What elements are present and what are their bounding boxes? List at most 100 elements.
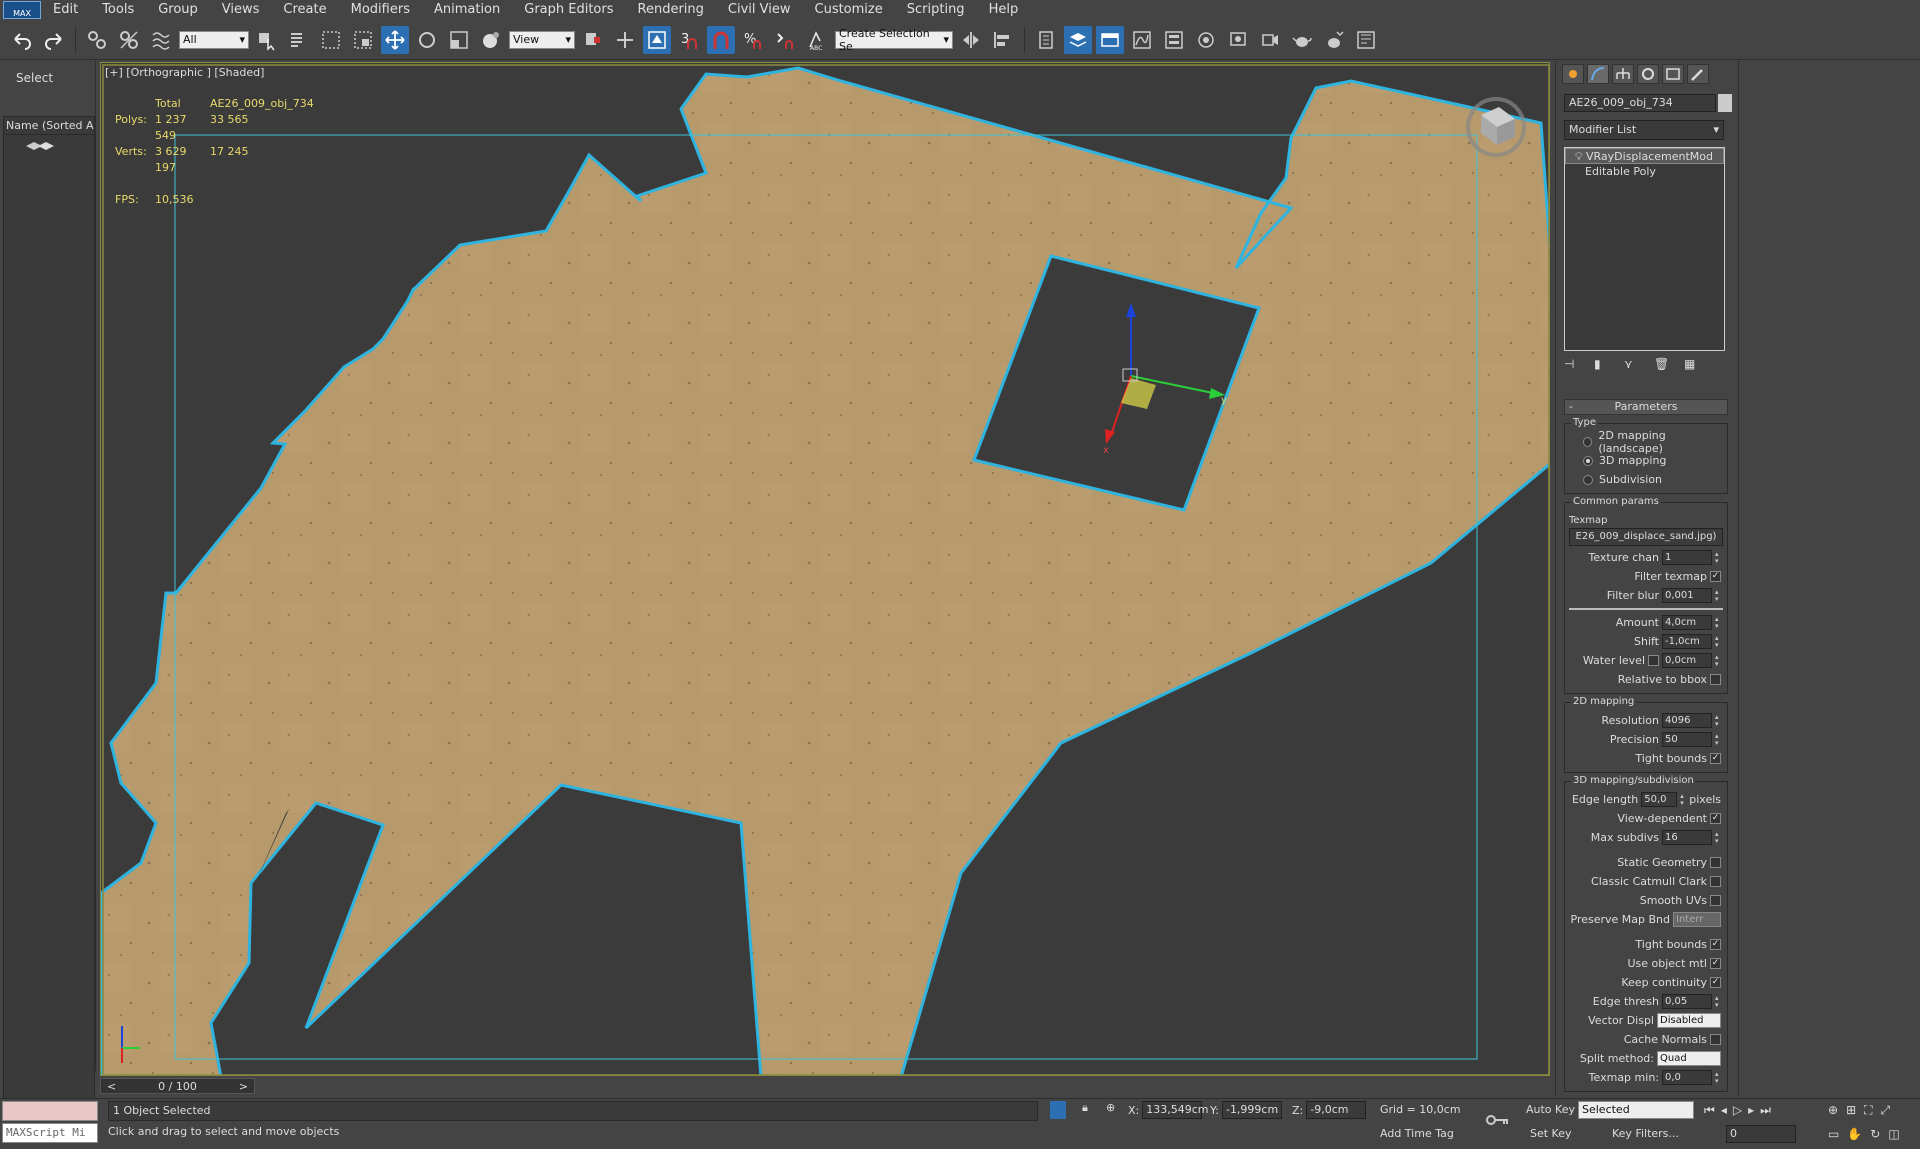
maximize-viewport-icon[interactable]: ⤢ (1881, 1103, 1891, 1118)
pin-stack-icon[interactable]: ⊣ (1564, 357, 1582, 375)
select-tab-label[interactable]: Select (16, 71, 53, 85)
precision-field[interactable]: 50 (1662, 732, 1712, 747)
amount-field[interactable]: 4,0cm (1662, 615, 1712, 630)
selection-filter-dropdown[interactable]: All ▾ (179, 30, 249, 49)
y-coordinate-field[interactable]: -1,999cm (1221, 1101, 1282, 1119)
filter-blur-field[interactable]: 0,001 (1662, 588, 1712, 603)
add-time-tag[interactable]: Add Time Tag (1380, 1127, 1454, 1140)
static-geometry-checkbox[interactable] (1710, 857, 1721, 868)
shift-field[interactable]: -1,0cm (1662, 634, 1712, 649)
absolute-mode-toggle[interactable]: ⊕ (1106, 1101, 1115, 1114)
make-unique-icon[interactable]: ⋎ (1624, 357, 1642, 375)
x-coordinate[interactable]: X: 133,549cm (1128, 1101, 1209, 1119)
spinner-icon[interactable]: ▴ ▾ (1715, 732, 1721, 747)
texture-chan-field[interactable]: 1 (1662, 550, 1712, 565)
split-method-dropdown[interactable]: Quad (1657, 1051, 1721, 1066)
radio-subdivision[interactable]: Subdivision (1569, 470, 1723, 489)
move-button[interactable] (381, 25, 409, 54)
spinner-icon[interactable]: ▴ ▾ (1715, 1070, 1721, 1085)
redo-button[interactable] (40, 26, 68, 54)
spinner-snap-button[interactable] (771, 26, 799, 54)
zoom-extents-icon[interactable]: ⛶ (1864, 1103, 1872, 1118)
radio-2d-mapping[interactable]: 2D mapping (landscape) (1569, 429, 1723, 455)
use-object-mtl-checkbox[interactable]: ✓ (1710, 958, 1721, 969)
named-selection-sets-dropdown[interactable]: Create Selection Se ▾ (835, 27, 953, 53)
y-coordinate[interactable]: Y: -1,999cm (1210, 1101, 1282, 1119)
resolution-field[interactable]: 4096 (1662, 713, 1712, 728)
viewport-canvas[interactable]: y x (101, 63, 1550, 1076)
render-setup-button[interactable] (1224, 26, 1252, 54)
stack-item-editable-poly[interactable]: Editable Poly (1565, 164, 1724, 180)
render-iterative-button[interactable] (1320, 26, 1348, 54)
menu-customize[interactable]: Customize (803, 0, 895, 20)
preserve-map-dropdown[interactable]: Interr (1673, 912, 1721, 927)
z-coordinate-field[interactable]: -9,0cm (1306, 1101, 1367, 1119)
schematic-view-button[interactable] (1160, 26, 1188, 54)
toggle-ribbon-button[interactable] (1096, 25, 1124, 54)
window-crossing-button[interactable] (349, 26, 377, 54)
current-frame-field[interactable]: 0 (1726, 1125, 1796, 1143)
key-icon[interactable] (1486, 1113, 1510, 1130)
key-mode-button[interactable] (611, 26, 639, 54)
menu-help[interactable]: Help (977, 0, 1031, 20)
unlink-button[interactable] (115, 26, 143, 54)
select-by-name-button[interactable] (285, 26, 313, 54)
curve-editor-button[interactable] (1128, 26, 1156, 54)
spinner-icon[interactable]: ▴ ▾ (1680, 792, 1686, 807)
rendered-frame-window-button[interactable] (1256, 26, 1284, 54)
place-button[interactable] (477, 26, 505, 54)
orbit-icon[interactable]: ↻ (1870, 1127, 1880, 1141)
menu-graph-editors[interactable]: Graph Editors (512, 0, 625, 20)
menu-rendering[interactable]: Rendering (626, 0, 716, 20)
menu-create[interactable]: Create (271, 0, 338, 20)
scale-button[interactable] (445, 26, 473, 54)
render-production-button[interactable] (1288, 26, 1316, 54)
texmap-button[interactable]: E26_009_displace_sand.jpg) (1569, 528, 1723, 546)
object-color-swatch[interactable] (1718, 94, 1732, 112)
maxscript-output[interactable] (2, 1101, 98, 1121)
next-frame-icon[interactable]: ▸ (1748, 1103, 1754, 1118)
field-of-view-icon[interactable]: ◫ (1888, 1127, 1899, 1141)
go-to-end-icon[interactable]: ⏭ (1760, 1103, 1771, 1118)
viewport-label[interactable]: [+] [Orthographic ] [Shaded] (105, 66, 264, 79)
align-button[interactable] (989, 26, 1017, 54)
bind-spacewarp-button[interactable] (147, 26, 175, 54)
select-manipulate-button[interactable] (643, 25, 671, 54)
scene-list-header[interactable]: Name (Sorted Asc (4, 117, 94, 135)
filter-texmap-checkbox[interactable]: ✓ (1710, 571, 1721, 582)
spinner-icon[interactable]: ▴ ▾ (1715, 830, 1721, 845)
modifier-stack[interactable]: 💡︎ VRayDisplacementMod Editable Poly (1564, 147, 1725, 351)
layer-item[interactable] (4, 135, 94, 156)
percent-snap-button[interactable]: % (739, 26, 767, 54)
view-dependent-checkbox[interactable]: ✓ (1710, 813, 1721, 824)
max-subdivs-field[interactable]: 16 (1662, 830, 1712, 845)
angle-snap-button[interactable] (707, 25, 735, 54)
zoom-icon[interactable]: ⊕ (1828, 1103, 1838, 1118)
lightbulb-icon[interactable]: 💡︎ (1575, 149, 1583, 165)
menu-civil-view[interactable]: Civil View (716, 0, 803, 20)
toggle-layer-explorer-button[interactable] (1064, 25, 1092, 54)
mirror-button[interactable] (957, 26, 985, 54)
relative-bbox-checkbox[interactable] (1710, 674, 1721, 685)
menu-views[interactable]: Views (210, 0, 272, 20)
app-logo[interactable]: MAX (3, 1, 41, 19)
spinner-icon[interactable]: ▴ ▾ (1715, 634, 1721, 649)
play-icon[interactable]: ▷ (1733, 1103, 1742, 1118)
modifier-list-dropdown[interactable]: Modifier List ▾ (1564, 120, 1724, 140)
material-editor-button[interactable] (1192, 26, 1220, 54)
menu-edit[interactable]: Edit (41, 0, 90, 20)
zoom-all-icon[interactable]: ⊞ (1846, 1103, 1856, 1118)
keep-continuity-checkbox[interactable]: ✓ (1710, 977, 1721, 988)
isolate-selection-toggle[interactable] (1050, 1101, 1066, 1119)
spinner-icon[interactable]: ▴ ▾ (1715, 588, 1721, 603)
object-name-field[interactable]: AE26_009_obj_734 (1564, 94, 1716, 112)
edge-thresh-field[interactable]: 0,05 (1662, 994, 1712, 1009)
x-coordinate-field[interactable]: 133,549cm (1142, 1101, 1209, 1119)
time-slider[interactable]: < 0 / 100 > (100, 1078, 255, 1094)
create-tab[interactable] (1562, 64, 1584, 84)
parameters-rollout-header[interactable]: - Parameters (1564, 399, 1728, 415)
spinner-icon[interactable]: ▴ ▾ (1715, 653, 1721, 668)
cache-normals-checkbox[interactable] (1710, 1034, 1721, 1045)
scene-explorer-list[interactable]: Name (Sorted Asc (3, 116, 95, 1106)
pan-icon[interactable]: ✋ (1847, 1127, 1862, 1141)
